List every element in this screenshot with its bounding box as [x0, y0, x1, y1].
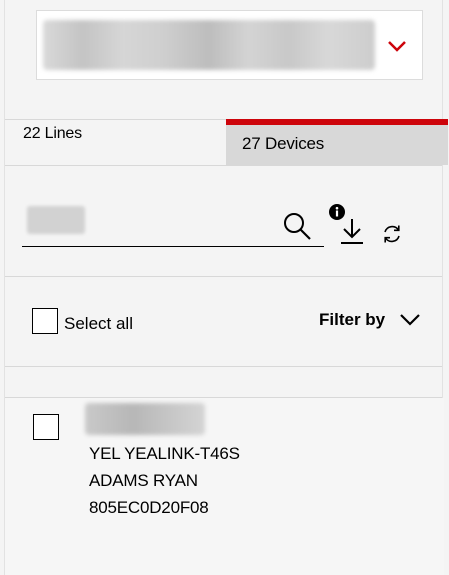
controls-divider: [5, 366, 442, 367]
tabs-bottom-divider: [5, 165, 442, 166]
search-input[interactable]: [27, 206, 85, 234]
tab-lines[interactable]: 22 Lines: [23, 125, 82, 143]
filter-chevron-down-icon[interactable]: [399, 312, 421, 328]
select-all-label: Select all: [64, 314, 133, 333]
device-user: ADAMS RYAN: [89, 471, 198, 490]
account-selector[interactable]: [36, 10, 423, 80]
chevron-down-icon[interactable]: [386, 35, 408, 57]
account-selector-value: [43, 20, 375, 70]
refresh-icon[interactable]: [381, 223, 403, 245]
device-name: [85, 403, 205, 435]
search-divider: [5, 276, 442, 277]
device-checkbox[interactable]: [33, 414, 59, 440]
search-icon[interactable]: [282, 211, 312, 241]
device-model: YEL YEALINK-T46S: [89, 444, 240, 463]
select-all-checkbox[interactable]: [32, 308, 58, 334]
download-icon[interactable]: [340, 217, 364, 245]
list-item: [5, 398, 444, 575]
tab-devices[interactable]: 27 Devices: [226, 119, 448, 165]
device-id: 805EC0D20F08: [89, 498, 209, 517]
filter-by-button[interactable]: Filter by: [319, 310, 385, 330]
tab-devices-label: 27 Devices: [242, 134, 325, 153]
search-underline: [22, 246, 324, 247]
devices-panel: 22 Lines 27 Devices Select all Filter by…: [4, 0, 448, 575]
